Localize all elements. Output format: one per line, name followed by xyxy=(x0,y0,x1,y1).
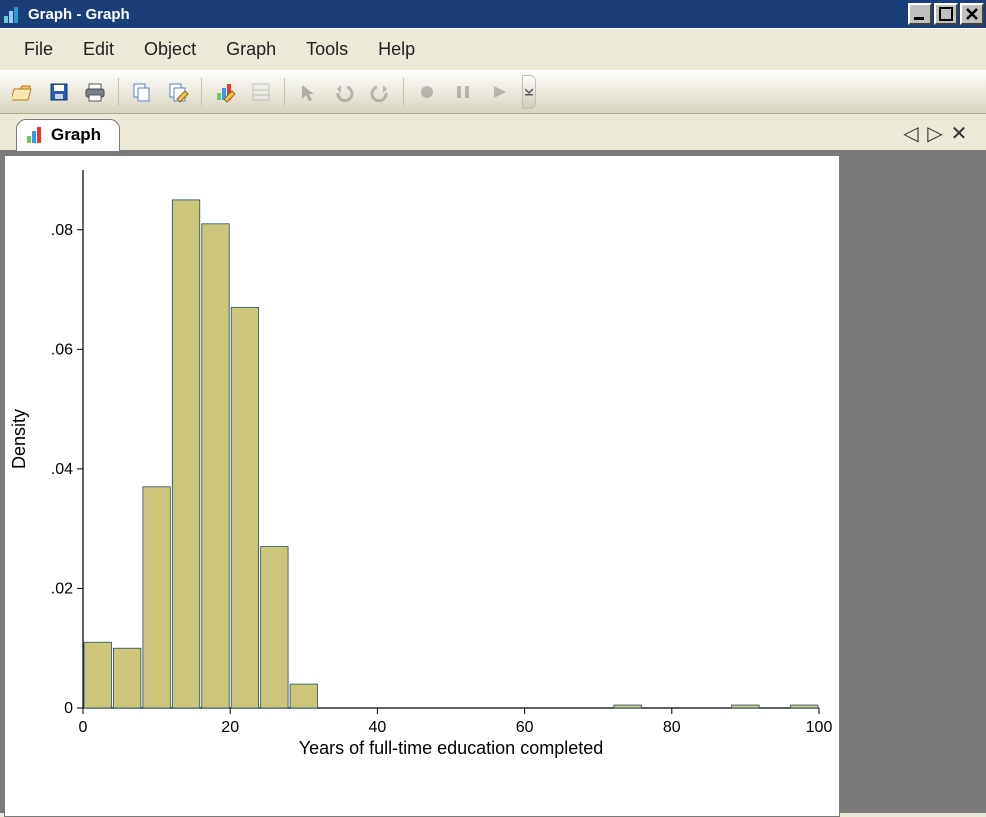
x-tick-label: 40 xyxy=(369,719,387,736)
menu-edit[interactable]: Edit xyxy=(69,35,128,64)
plot-area[interactable]: 0 .02 .04 .06 .08 0 20 40 60 80 100 Years of full-t… xyxy=(4,155,840,817)
tab-close-button[interactable]: ✕ xyxy=(950,124,968,142)
pointer-icon xyxy=(298,82,318,102)
menubar: File Edit Object Graph Tools Help xyxy=(0,28,986,70)
edit-graph-button[interactable] xyxy=(208,75,242,109)
play-button[interactable] xyxy=(482,75,516,109)
edit-graph-icon xyxy=(214,81,236,103)
properties-button[interactable] xyxy=(244,75,278,109)
menu-help[interactable]: Help xyxy=(364,35,429,64)
y-axis-label: Density xyxy=(9,409,29,469)
play-icon xyxy=(490,83,508,101)
chevron-down-icon xyxy=(525,87,533,97)
pointer-button[interactable] xyxy=(291,75,325,109)
redo-button[interactable] xyxy=(363,75,397,109)
x-tick-label: 20 xyxy=(221,719,239,736)
x-axis-label: Years of full-time education completed xyxy=(299,738,604,758)
bar xyxy=(172,200,199,708)
bar xyxy=(732,705,759,708)
copy-button[interactable] xyxy=(125,75,159,109)
window-title: Graph - Graph xyxy=(28,6,130,23)
bar xyxy=(261,547,288,708)
titlebar: Graph - Graph xyxy=(0,0,986,28)
rename-icon xyxy=(167,81,189,103)
x-tick-label: 100 xyxy=(806,719,833,736)
tab-label: Graph xyxy=(51,125,101,145)
graph-icon xyxy=(27,127,45,143)
separator xyxy=(284,78,285,106)
bar xyxy=(290,684,317,708)
bar xyxy=(791,705,818,708)
rename-button[interactable] xyxy=(161,75,195,109)
tab-graph[interactable]: Graph xyxy=(16,119,120,151)
open-button[interactable] xyxy=(6,75,40,109)
record-icon xyxy=(418,83,436,101)
x-tick-label: 0 xyxy=(79,719,88,736)
x-tick-label: 80 xyxy=(663,719,681,736)
bar xyxy=(202,224,229,708)
print-icon xyxy=(84,82,106,102)
print-button[interactable] xyxy=(78,75,112,109)
toolbar-overflow[interactable] xyxy=(522,75,536,109)
pause-icon xyxy=(454,83,472,101)
tabstrip: Graph ◁ ▷ ✕ xyxy=(0,114,986,151)
tab-next-button[interactable]: ▷ xyxy=(926,124,944,142)
bar xyxy=(614,705,641,708)
record-button[interactable] xyxy=(410,75,444,109)
y-tick-label: .06 xyxy=(51,341,73,358)
menu-object[interactable]: Object xyxy=(130,35,210,64)
undo-button[interactable] xyxy=(327,75,361,109)
y-tick-label: .02 xyxy=(51,580,73,597)
copy-icon xyxy=(131,81,153,103)
redo-icon xyxy=(369,82,391,102)
toolbar xyxy=(0,70,986,114)
bar xyxy=(84,642,111,708)
close-button[interactable] xyxy=(960,3,984,25)
bar xyxy=(113,648,140,708)
app-icon xyxy=(4,5,22,23)
menu-graph[interactable]: Graph xyxy=(212,35,290,64)
client-area: 0 .02 .04 .06 .08 0 20 40 60 80 100 Years of full-t… xyxy=(0,151,986,813)
separator xyxy=(201,78,202,106)
y-tick-label: .04 xyxy=(51,461,73,478)
bar xyxy=(143,487,170,708)
y-tick-label: .08 xyxy=(51,222,73,239)
separator xyxy=(403,78,404,106)
bar xyxy=(231,307,258,708)
open-icon xyxy=(12,82,34,102)
tab-prev-button[interactable]: ◁ xyxy=(902,124,920,142)
save-button[interactable] xyxy=(42,75,76,109)
pause-button[interactable] xyxy=(446,75,480,109)
separator xyxy=(118,78,119,106)
menu-file[interactable]: File xyxy=(10,35,67,64)
undo-icon xyxy=(333,82,355,102)
maximize-button[interactable] xyxy=(934,3,958,25)
save-icon xyxy=(49,82,69,102)
menu-tools[interactable]: Tools xyxy=(292,35,362,64)
x-tick-label: 60 xyxy=(516,719,534,736)
y-tick-label: 0 xyxy=(64,700,73,717)
minimize-button[interactable] xyxy=(908,3,932,25)
properties-icon xyxy=(251,82,271,102)
